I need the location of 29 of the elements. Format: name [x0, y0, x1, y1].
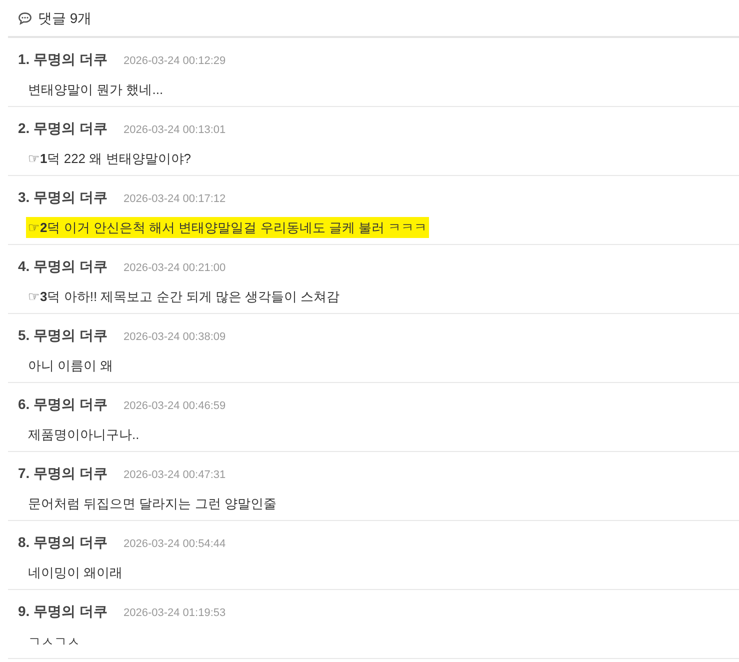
speech-bubble-icon	[18, 12, 32, 25]
comment-author: 6. 무명의 더쿠	[18, 395, 108, 414]
comment-text: 네이밍이 왜이래	[27, 565, 124, 580]
comment-author: 8. 무명의 더쿠	[18, 533, 108, 552]
comment-author: 5. 무명의 더쿠	[18, 326, 108, 345]
comment-time: 2026-03-24 00:54:44	[123, 537, 226, 552]
comment-count-title: 댓글 9개	[38, 9, 92, 28]
comment-author: 2. 무명의 더쿠	[18, 119, 108, 138]
comment-time: 2026-03-24 00:38:09	[123, 330, 226, 345]
comment-time: 2026-03-24 00:17:12	[123, 192, 226, 207]
comment-text: ㄱㅅㄱㅅ	[27, 634, 81, 649]
comment-text: 변태양말이 뭔가 했네...	[27, 82, 164, 97]
comment-time: 2026-03-24 00:47:31	[123, 468, 226, 483]
comment-author: 3. 무명의 더쿠	[18, 188, 108, 207]
comment-author: 4. 무명의 더쿠	[18, 257, 108, 276]
comment-author: 7. 무명의 더쿠	[18, 464, 108, 483]
comment-time: 2026-03-24 01:19:53	[123, 606, 226, 621]
comment-text: ☞1덕 222 왜 변태양말이야?	[27, 151, 192, 166]
comment-text: ☞2덕 이거 안신은척 해서 변태양말일걸 우리동네도 글케 불러 ㅋㅋㅋ	[26, 217, 430, 238]
comment-author: 9. 무명의 더쿠	[18, 602, 108, 621]
comment-time: 2026-03-24 00:21:00	[123, 261, 226, 276]
comment-time: 2026-03-24 00:46:59	[123, 399, 226, 414]
comment-time: 2026-03-24 00:12:29	[123, 54, 226, 69]
comment-text: 제품명이아니구나..	[27, 427, 140, 442]
comment-time: 2026-03-24 00:13:01	[123, 123, 226, 138]
comment-text: ☞3덕 아하!! 제목보고 순간 되게 많은 생각들이 스쳐감	[27, 289, 341, 304]
comment-text: 문어처럼 뒤집으면 달라지는 그런 양말인줄	[27, 496, 278, 511]
comment-text: 아니 이름이 왜	[27, 358, 114, 373]
comment-author: 1. 무명의 더쿠	[18, 50, 108, 69]
